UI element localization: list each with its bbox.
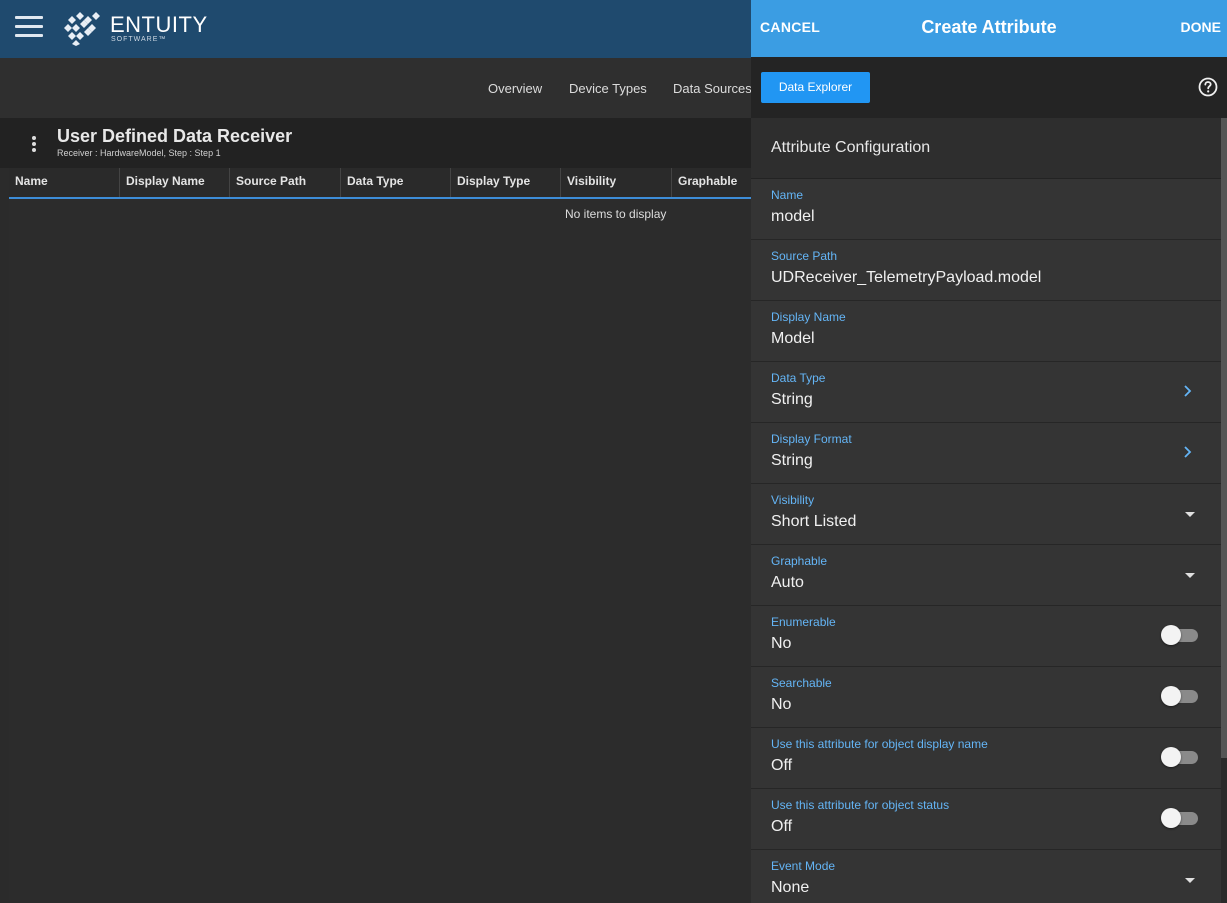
field-label: Searchable — [771, 676, 832, 690]
column-header-display-name[interactable]: Display Name — [120, 168, 230, 197]
toggle-switch[interactable] — [1161, 808, 1198, 828]
field-label: Display Name — [771, 310, 846, 324]
tab-data-sources[interactable]: Data Sources — [673, 81, 752, 96]
field-label: Data Type — [771, 371, 826, 385]
tab-device-types[interactable]: Device Types — [569, 81, 647, 96]
page-title: User Defined Data Receiver — [57, 126, 293, 146]
field-value: Off — [771, 818, 793, 835]
field-display-name[interactable]: Display Name Model — [751, 301, 1221, 362]
field-enumerable[interactable]: Enumerable No — [751, 606, 1221, 667]
field-label: Use this attribute for object display na… — [771, 737, 988, 751]
field-label: Graphable — [771, 554, 828, 568]
caret-down-icon[interactable] — [1185, 512, 1195, 517]
field-event-mode[interactable]: Event Mode None — [751, 850, 1221, 903]
column-header-name[interactable]: Name — [9, 168, 120, 197]
field-use-this-attribute-for-object-status[interactable]: Use this attribute for object status Off — [751, 789, 1221, 850]
toggle-thumb — [1161, 808, 1181, 828]
scrollbar-track — [1221, 758, 1227, 903]
create-attribute-panel: Create Attribute CANCEL DONE Data Explor… — [751, 0, 1227, 903]
caret-down-icon[interactable] — [1185, 573, 1195, 578]
data-explorer-button[interactable]: Data Explorer — [761, 72, 870, 103]
brand-subtitle: SOFTWARE™ — [111, 36, 167, 43]
toggle-thumb — [1161, 625, 1181, 645]
field-value: Off — [771, 757, 793, 774]
field-graphable[interactable]: Graphable Auto — [751, 545, 1221, 606]
page-subtitle: Receiver : HardwareModel, Step : Step 1 — [57, 148, 221, 158]
caret-down-icon[interactable] — [1185, 878, 1195, 883]
field-searchable[interactable]: Searchable No — [751, 667, 1221, 728]
scrollbar[interactable] — [1221, 118, 1227, 758]
column-header-display-type[interactable]: Display Type — [451, 168, 561, 197]
toggle-switch[interactable] — [1161, 625, 1198, 645]
field-value[interactable]: UDReceiver_TelemetryPayload.model — [771, 269, 1041, 287]
field-name[interactable]: Name model — [751, 179, 1221, 240]
field-visibility[interactable]: Visibility Short Listed — [751, 484, 1221, 545]
field-value: String — [771, 391, 813, 408]
field-value: No — [771, 635, 792, 652]
panel-toolbar: Data Explorer — [751, 57, 1227, 118]
toggle-thumb — [1161, 686, 1181, 706]
attribute-form: Attribute Configuration Name model Source … — [751, 118, 1221, 903]
section-header: Attribute Configuration — [751, 118, 1221, 179]
field-value: No — [771, 696, 792, 713]
field-display-format[interactable]: Display Format String — [751, 423, 1221, 484]
field-label: Source Path — [771, 249, 838, 263]
column-header-visibility[interactable]: Visibility — [561, 168, 672, 197]
attributes-grid: Name Display Name Source Path Data Type … — [9, 168, 760, 900]
cancel-button[interactable]: CANCEL — [760, 19, 820, 35]
page-header: User Defined Data Receiver Receiver : Ha… — [0, 118, 760, 168]
field-label: Enumerable — [771, 615, 836, 629]
field-value: Auto — [771, 574, 804, 591]
toggle-switch[interactable] — [1161, 747, 1198, 767]
field-label: Display Format — [771, 432, 852, 446]
tab-overview[interactable]: Overview — [488, 81, 542, 96]
grid-header: Name Display Name Source Path Data Type … — [9, 168, 760, 199]
section-title: Attribute Configuration — [771, 139, 931, 156]
nav-bar: Overview Device Types Data Sources — [0, 58, 760, 118]
column-header-data-type[interactable]: Data Type — [341, 168, 451, 197]
field-use-this-attribute-for-object-display-name[interactable]: Use this attribute for object display na… — [751, 728, 1221, 789]
panel-title: Create Attribute — [921, 17, 1057, 37]
field-value[interactable]: model — [771, 208, 815, 226]
panel-header: Create Attribute CANCEL DONE — [751, 0, 1227, 57]
brand-name: ENTUITY — [110, 12, 208, 37]
toggle-thumb — [1161, 747, 1181, 767]
field-value[interactable]: Model — [771, 330, 815, 348]
field-source-path[interactable]: Source Path UDReceiver_TelemetryPayload.m… — [751, 240, 1221, 301]
field-value: Short Listed — [771, 513, 857, 530]
field-value: None — [771, 879, 810, 896]
chevron-right-icon[interactable] — [1183, 384, 1193, 398]
help-icon[interactable] — [1198, 77, 1218, 97]
field-label: Name — [771, 188, 804, 202]
toggle-switch[interactable] — [1161, 686, 1198, 706]
kebab-menu-icon[interactable] — [32, 136, 38, 152]
done-button[interactable]: DONE — [1181, 19, 1221, 35]
column-header-graphable[interactable]: Graphable — [672, 168, 760, 197]
field-label: Event Mode — [771, 859, 836, 873]
field-value: String — [771, 452, 813, 469]
field-label: Visibility — [771, 493, 815, 507]
field-data-type[interactable]: Data Type String — [751, 362, 1221, 423]
menu-icon[interactable] — [15, 16, 43, 38]
empty-message: No items to display — [565, 207, 667, 221]
field-label: Use this attribute for object status — [771, 798, 950, 812]
chevron-right-icon[interactable] — [1183, 445, 1193, 459]
column-header-source-path[interactable]: Source Path — [230, 168, 341, 197]
entuity-logo-icon — [64, 12, 100, 46]
